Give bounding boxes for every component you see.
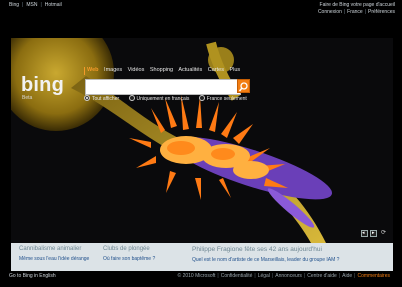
search-button[interactable] (237, 79, 250, 93)
next-image-button[interactable]: ▸ (370, 230, 377, 237)
separator: | (22, 2, 24, 8)
separator: | (40, 2, 42, 8)
info-link[interactable]: Même sous l'eau l'idée dérange (19, 256, 89, 262)
separator: | (343, 9, 346, 15)
separator: | (303, 273, 306, 279)
top-links-left: Bing | MSN | Hotmail (9, 2, 62, 8)
radio-france[interactable]: France seulement (198, 95, 247, 102)
active-tab-marker (84, 67, 85, 75)
set-homepage-link[interactable]: Faire de Bing votre page d'accueil (318, 2, 395, 9)
separator: | (254, 273, 256, 279)
footer-link-annonceurs[interactable]: Annonceurs (275, 273, 302, 279)
separator: | (364, 9, 367, 15)
top-link-msn[interactable]: MSN (26, 2, 37, 8)
info-title: Philippe Fragione fête ses 42 ans aujour… (192, 246, 322, 253)
bing-homepage: Bing | MSN | Hotmail Faire de Bing votre pag… (0, 0, 402, 287)
radio-label: Tout afficher (92, 96, 120, 102)
radio-dot-icon (84, 95, 90, 101)
info-strip: Cannibalisme animalier Même sous l'eau l… (11, 243, 393, 271)
refresh-icon[interactable]: ⟳ (381, 229, 386, 236)
preferences-link[interactable]: Préférences (368, 9, 395, 15)
radio-tout-afficher[interactable]: Tout afficher (84, 95, 119, 102)
tab-images[interactable]: Images (104, 67, 122, 73)
tab-shopping[interactable]: Shopping (150, 67, 173, 73)
english-link[interactable]: Go to Bing in English (9, 273, 56, 279)
radio-label: Uniquement en français (136, 96, 190, 102)
info-item[interactable]: Philippe Fragione fête ses 42 ans aujour… (192, 246, 339, 263)
footer-link-aide[interactable]: Aide (342, 273, 352, 279)
previous-image-button[interactable]: ◂ (361, 230, 368, 237)
copyright: © 2010 Microsoft (177, 273, 216, 279)
top-links-right: Faire de Bing votre page d'accueil Conne… (318, 2, 395, 16)
arrow-left-icon: ◂ (362, 230, 365, 236)
info-title: Clubs de plongée (103, 246, 150, 252)
separator: | (271, 273, 274, 279)
tab-plus[interactable]: Plus (229, 67, 240, 73)
top-link-hotmail[interactable]: Hotmail (45, 2, 62, 8)
top-bar: Bing | MSN | Hotmail Faire de Bing votre pag… (0, 0, 402, 36)
info-item[interactable]: Clubs de plongée Où faire son baptême ? (103, 246, 155, 262)
separator: | (217, 273, 219, 279)
separator: | (338, 273, 341, 279)
magnifier-icon (238, 82, 248, 92)
radio-dot-icon (198, 95, 205, 101)
radio-francais[interactable]: Uniquement en français (128, 95, 190, 102)
top-link-bing[interactable]: Bing (9, 2, 19, 8)
info-link[interactable]: Quel est le nom d'artiste de ce Marseill… (192, 257, 339, 263)
country-link[interactable]: France (347, 9, 363, 15)
search-tabs: Web Images Vidéos Shopping Actualités Ca… (87, 67, 244, 73)
tab-videos[interactable]: Vidéos (128, 67, 145, 73)
footer-link-centre-aide[interactable]: Centre d'aide (307, 273, 337, 279)
search-input[interactable] (85, 79, 241, 95)
beta-label: Beta (22, 95, 33, 101)
radio-label: France seulement (206, 96, 247, 102)
language-filter: Tout afficher Uniquement en français Fra… (84, 95, 255, 102)
bing-logo[interactable]: bing (21, 74, 64, 97)
footer-link-commentaires[interactable]: Commentaires (357, 273, 390, 279)
footer-link-legal[interactable]: Légal (258, 273, 270, 279)
tab-cartes[interactable]: Cartes (208, 67, 224, 73)
footer-link-confidentialite[interactable]: Confidentialité (221, 273, 253, 279)
tab-web[interactable]: Web (87, 67, 99, 73)
arrow-right-icon: ▸ (372, 230, 375, 236)
footer: Go to Bing in English © 2010 Microsoft | C… (0, 271, 402, 287)
radio-dot-icon (128, 95, 135, 101)
footer-links: © 2010 Microsoft | Confidentialité | Légal | A… (178, 273, 390, 279)
info-item[interactable]: Cannibalisme animalier Même sous l'eau l… (19, 246, 89, 262)
separator: | (354, 273, 356, 279)
info-title: Cannibalisme animalier (19, 246, 82, 252)
tab-actualites[interactable]: Actualités (178, 67, 202, 73)
info-link[interactable]: Où faire son baptême ? (103, 256, 155, 262)
connexion-link[interactable]: Connexion (318, 9, 342, 15)
